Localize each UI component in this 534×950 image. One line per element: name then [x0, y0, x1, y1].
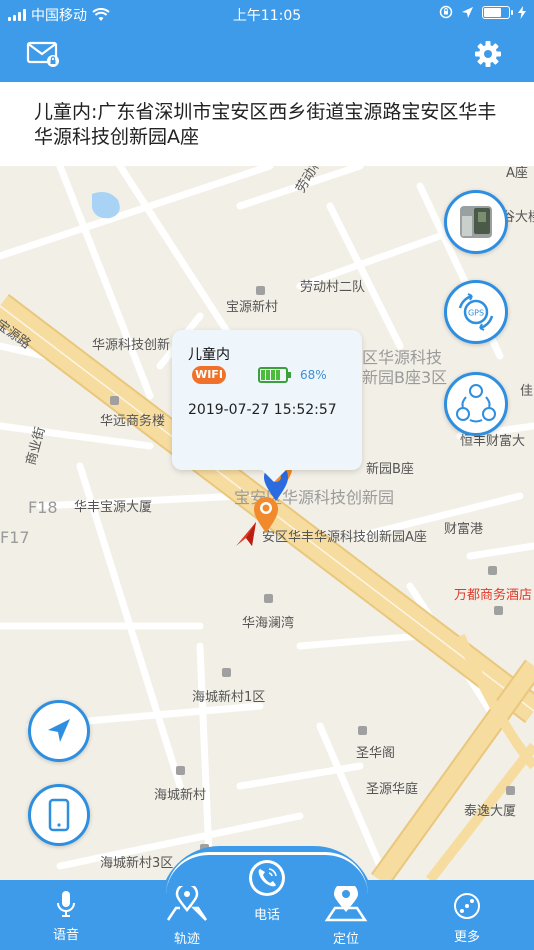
status-bar: 中国移动 上午11:05 — [0, 0, 534, 28]
track-pin-icon — [166, 882, 208, 921]
map-label: 劳动村二队 — [300, 280, 366, 295]
location-address: 儿童内:广东省深圳市宝安区西乡街道宝源路宝安区华丰华源科技创新园A座 — [0, 82, 534, 166]
battery-icon — [482, 5, 513, 19]
my-location-button[interactable] — [28, 700, 90, 762]
svg-text:GPS: GPS — [468, 309, 484, 318]
nav-voice-label: 语音 — [52, 928, 79, 943]
nav-locate-label: 定位 — [332, 932, 359, 947]
orientation-lock-icon — [439, 5, 453, 19]
map-label: 圣华阁 — [356, 746, 396, 761]
device-avatar-button[interactable] — [444, 190, 508, 254]
nav-call-label: 电话 — [253, 908, 280, 923]
device-view-button[interactable] — [28, 784, 90, 846]
gps-icon: GPS — [458, 293, 494, 331]
map-label: 圣源华庭 — [366, 782, 419, 797]
map-label: 海城新村3区 — [100, 856, 174, 871]
device-name: 儿童内 — [188, 347, 230, 363]
app-header — [0, 28, 534, 82]
nav-more-label: 更多 — [453, 930, 480, 945]
map-label: 华源科技创新 — [92, 338, 171, 353]
map-view[interactable]: 宝源新村 劳动村二队 劳动村二队二巷 华源科技创新 区华源科技 新园B座3区 华… — [0, 166, 534, 880]
map-label: 宝源新村 — [226, 300, 279, 315]
gps-locate-button[interactable]: GPS — [444, 280, 508, 344]
device-info-popup[interactable]: 儿童内 WIFI 68% 2019-07-27 15:52:57 — [172, 330, 362, 482]
network-badge: WIFI — [192, 366, 226, 384]
map-label: F18 — [28, 498, 58, 517]
sync-devices-button[interactable] — [444, 372, 508, 436]
nav-voice[interactable]: 语音 — [46, 890, 86, 943]
nav-locate[interactable]: 定位 — [322, 882, 370, 947]
nav-call[interactable]: 电话 — [246, 858, 288, 923]
map-label: 海城新村 — [154, 788, 207, 803]
map-label: A座 — [506, 166, 528, 181]
map-label: 财富港 — [444, 522, 484, 537]
battery-level-icon — [258, 367, 291, 383]
nav-track[interactable]: 轨迹 — [162, 882, 212, 947]
gear-icon — [475, 41, 501, 67]
status-right — [439, 5, 526, 19]
more-icon — [454, 893, 480, 919]
device-photo-icon — [460, 206, 492, 238]
map-label: 华海澜湾 — [242, 616, 295, 631]
battery-percent: 68% — [300, 368, 327, 382]
location-arrow-icon — [462, 6, 473, 18]
locate-pin-icon — [324, 882, 368, 922]
mail-lock-icon — [26, 41, 59, 67]
settings-button[interactable] — [474, 40, 502, 72]
microphone-icon — [57, 891, 75, 917]
nav-track-label: 轨迹 — [173, 932, 200, 947]
direction-arrow-icon — [236, 522, 256, 546]
map-label: 新园B座 — [366, 462, 414, 477]
map-label: F17 — [0, 528, 30, 547]
charging-icon — [518, 5, 526, 19]
navigation-arrow-icon — [48, 719, 70, 742]
mail-button[interactable] — [26, 40, 62, 72]
phone-device-icon — [48, 798, 70, 832]
map-label: 安区华丰华源科技创新园A座 — [262, 530, 427, 545]
map-label: 佳 — [520, 384, 534, 399]
map-label: 海城新村1区 — [192, 690, 266, 705]
map-label: 万都商务酒店 — [454, 588, 533, 603]
phone-call-icon — [249, 860, 285, 896]
map-label: 华丰宝源大厦 — [74, 500, 153, 515]
device-sync-icon — [456, 384, 496, 423]
map-label: 新园B座3区 — [362, 368, 448, 387]
map-label: 泰逸大厦 — [464, 804, 517, 819]
bottom-nav: 语音 轨迹 电话 定位 更多 — [0, 846, 534, 950]
location-timestamp: 2019-07-27 15:52:57 — [188, 402, 337, 418]
map-label: 华远商务楼 — [100, 414, 166, 429]
nav-more[interactable]: 更多 — [452, 892, 482, 945]
